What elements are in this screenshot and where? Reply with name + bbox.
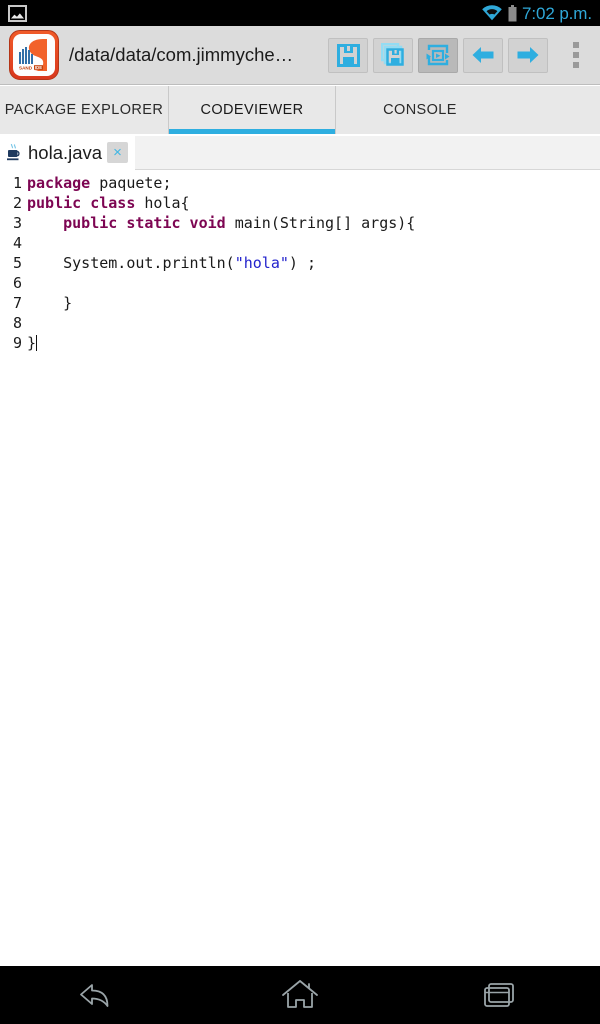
overflow-dot [573,52,579,58]
line-number: 4 [12,234,22,252]
code-line-text: } [22,333,38,353]
close-icon[interactable]: × [107,142,129,163]
tab-package-explorer[interactable]: PACKAGE EXPLORER [0,86,168,134]
save-button[interactable] [328,37,368,73]
nav-back-button[interactable] [0,966,200,1024]
tab-label: CODEVIEWER [200,102,304,118]
arrow-right-icon [517,47,539,63]
code-line-text: package paquete; [22,173,172,193]
code-text: System.out.println( [27,254,235,272]
home-icon [282,980,318,1008]
code-text: paquete; [90,174,172,192]
code-line: 2 public class hola{ [0,193,600,213]
save-all-button[interactable] [373,37,413,73]
arrow-left-icon [472,47,494,63]
system-nav-bar [0,966,600,1024]
line-number: 8 [12,314,22,332]
recents-icon [484,983,514,1007]
text-caret [36,335,38,351]
code-line: 4 [0,233,600,253]
tab-label: CONSOLE [383,102,457,118]
code-line: 9} [0,333,600,353]
code-line: 3 public static void main(String[] args)… [0,213,600,233]
file-tab-label: hola.java [28,141,103,163]
svg-text:SAND: SAND [19,65,33,70]
code-text: } [27,334,37,352]
tab-console[interactable]: CONSOLE [336,86,504,134]
status-bar-system: 7:02 p.m. [481,3,592,23]
main-tab-bar: PACKAGE EXPLORER CODEVIEWER CONSOLE [0,86,600,134]
save-floppy-icon [336,43,360,67]
battery-icon [508,4,517,21]
status-bar-notifications [8,4,27,22]
code-line-text: } [22,293,72,313]
code-line: 7 } [0,293,600,313]
code-text: } [27,294,73,312]
file-tab-hola-java[interactable]: hola.java × [0,135,136,170]
java-file-icon [7,143,20,160]
code-line: 6 [0,273,600,293]
code-keyword: package [27,174,91,192]
forward-button[interactable] [508,37,548,73]
nav-home-button[interactable] [200,966,400,1024]
line-number: 9 [12,334,22,352]
code-text: ) ; [288,254,316,272]
run-button[interactable] [418,37,458,73]
code-text: hola{ [135,194,190,212]
image-notification-icon [8,4,27,22]
line-number: 3 [12,214,22,232]
line-number: 1 [12,174,22,192]
code-line: 8 [0,313,600,333]
code-lines: 1 package paquete; 2 public class hola{3 pu… [0,171,600,353]
sand-ide-logo-icon[interactable]: SAND IDE [9,30,59,80]
code-string: "hola" [234,254,289,272]
code-editor[interactable]: 1 package paquete; 2 public class hola{3 pu… [0,171,600,966]
back-button[interactable] [463,37,503,73]
tab-label: PACKAGE EXPLORER [4,102,164,118]
app-toolbar: SAND IDE /data/data/com.jimmyche… [0,26,600,85]
overflow-dot [573,62,579,68]
code-keyword: public class [27,194,136,212]
overflow-menu-icon[interactable] [558,32,594,78]
wifi-icon [482,5,502,21]
file-path-label: /data/data/com.jimmyche… [69,44,294,65]
app-screen: 7:02 p.m. SAND IDE /data/data/com.jimmyc… [0,0,600,1024]
line-number: 5 [12,254,22,272]
nav-recents-button[interactable] [400,966,600,1024]
line-number: 2 [12,194,22,212]
code-keyword: public static void [63,214,226,232]
status-bar: 7:02 p.m. [0,0,600,26]
status-bar-clock: 7:02 p.m. [522,3,592,23]
svg-text:IDE: IDE [35,65,42,70]
save-all-floppy-icon [380,43,404,66]
overflow-dot [573,42,579,48]
code-line: 1 package paquete; [0,173,600,193]
back-arrow-icon [80,984,109,1007]
code-line-text: public static void main(String[] args){ [22,213,415,233]
code-text: main(String[] args){ [225,214,416,232]
code-line: 5 System.out.println("hola") ; [0,253,600,273]
line-number: 6 [12,274,22,292]
line-number: 7 [12,294,22,312]
tab-codeviewer[interactable]: CODEVIEWER [168,86,336,134]
file-tab-strip: hola.java × [0,135,600,170]
code-line-text: System.out.println("hola") ; [22,253,316,273]
run-execute-icon [426,44,450,66]
toolbar-buttons [328,37,548,73]
code-line-text: public class hola{ [22,193,190,213]
